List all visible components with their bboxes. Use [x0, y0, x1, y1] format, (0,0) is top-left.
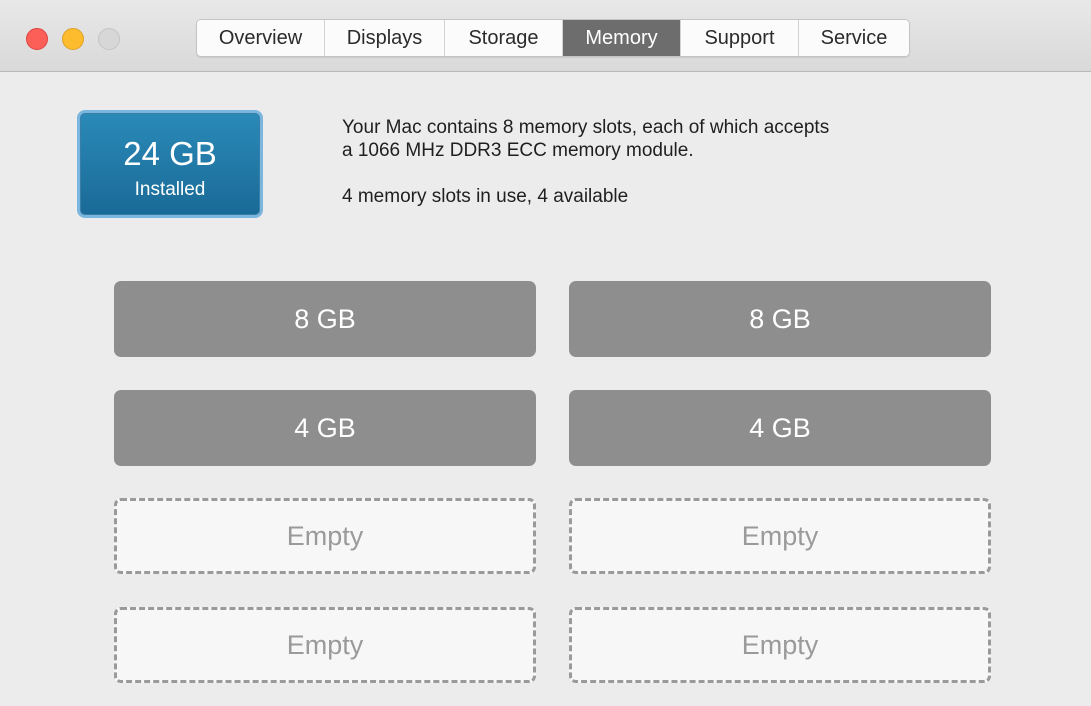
installed-memory-badge: 24 GB Installed	[77, 110, 263, 218]
installed-memory-size: 24 GB	[123, 135, 217, 172]
tab-bar: Overview Displays Storage Memory Support…	[196, 19, 910, 57]
title-bar: Overview Displays Storage Memory Support…	[0, 0, 1091, 72]
close-button[interactable]	[26, 28, 48, 50]
system-information-window: Overview Displays Storage Memory Support…	[0, 0, 1091, 706]
memory-slot-4: 4 GB	[569, 390, 991, 466]
memory-slot-2: 8 GB	[569, 281, 991, 357]
tab-memory[interactable]: Memory	[563, 20, 681, 56]
memory-slot-7: Empty	[114, 607, 536, 683]
tab-overview[interactable]: Overview	[197, 20, 325, 56]
zoom-button[interactable]	[98, 28, 120, 50]
description-line-1: Your Mac contains 8 memory slots, each o…	[342, 117, 830, 138]
memory-description: Your Mac contains 8 memory slots, each o…	[342, 116, 1022, 208]
tab-support[interactable]: Support	[681, 20, 799, 56]
slot-usage-text: 4 memory slots in use, 4 available	[342, 186, 629, 207]
memory-slot-8: Empty	[569, 607, 991, 683]
memory-slot-6: Empty	[569, 498, 991, 574]
tab-storage[interactable]: Storage	[445, 20, 563, 56]
memory-slot-5: Empty	[114, 498, 536, 574]
memory-slot-3: 4 GB	[114, 390, 536, 466]
tab-service[interactable]: Service	[799, 20, 909, 56]
tab-displays[interactable]: Displays	[325, 20, 445, 56]
installed-memory-label: Installed	[134, 179, 206, 200]
minimize-button[interactable]	[62, 28, 84, 50]
description-line-2: a 1066 MHz DDR3 ECC memory module.	[342, 140, 694, 161]
memory-slot-1: 8 GB	[114, 281, 536, 357]
